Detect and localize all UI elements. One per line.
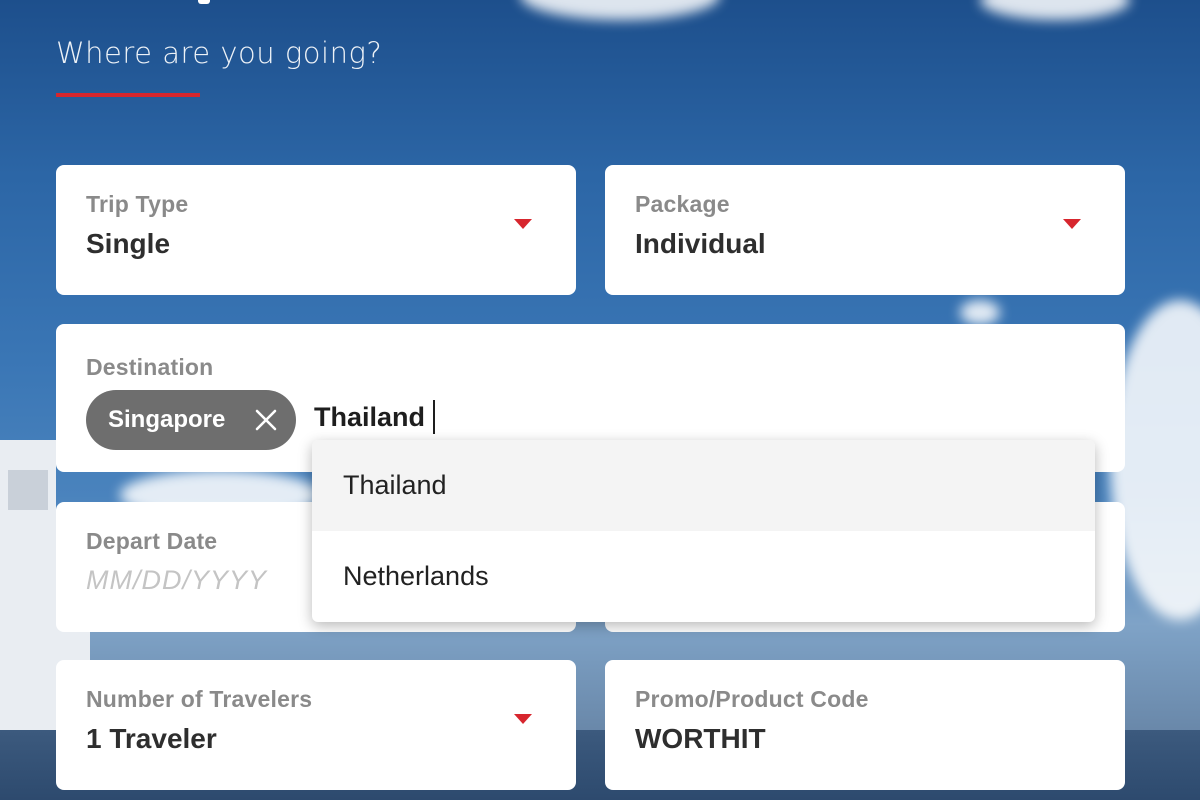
chevron-down-icon[interactable] [514,714,532,724]
destination-chip-singapore: Singapore [86,390,296,450]
promo-code-label: Promo/Product Code [635,686,869,712]
background-cloud [980,0,1130,20]
travelers-select[interactable]: Number of Travelers 1 Traveler [56,660,576,790]
trip-type-select[interactable]: Trip Type Single [56,165,576,295]
close-icon[interactable] [254,408,278,432]
page-subtitle: Where are you going? [56,36,383,70]
package-value: Individual [635,228,766,259]
accent-underline [56,93,200,97]
chevron-down-icon[interactable] [1063,219,1081,229]
package-label: Package [635,191,730,217]
chevron-down-icon[interactable] [514,219,532,229]
page-title-fragment [198,0,210,4]
suggestion-item[interactable]: Thailand [312,440,1095,531]
promo-code-field[interactable]: Promo/Product Code WORTHIT [605,660,1125,790]
destination-suggestions: Thailand Netherlands [312,440,1095,622]
promo-code-input[interactable]: WORTHIT [635,723,1095,755]
background-cloud [520,0,720,20]
suggestion-item[interactable]: Netherlands [312,531,1095,622]
destination-input[interactable]: Thailand [314,402,425,433]
travelers-value: 1 Traveler [86,723,217,754]
trip-type-label: Trip Type [86,191,189,217]
background-building [8,470,48,510]
destination-label: Destination [86,354,214,380]
background-cloud [960,300,1000,325]
travelers-label: Number of Travelers [86,686,313,712]
package-select[interactable]: Package Individual [605,165,1125,295]
text-cursor [433,400,435,434]
chip-label: Singapore [108,406,226,433]
trip-type-value: Single [86,228,171,259]
